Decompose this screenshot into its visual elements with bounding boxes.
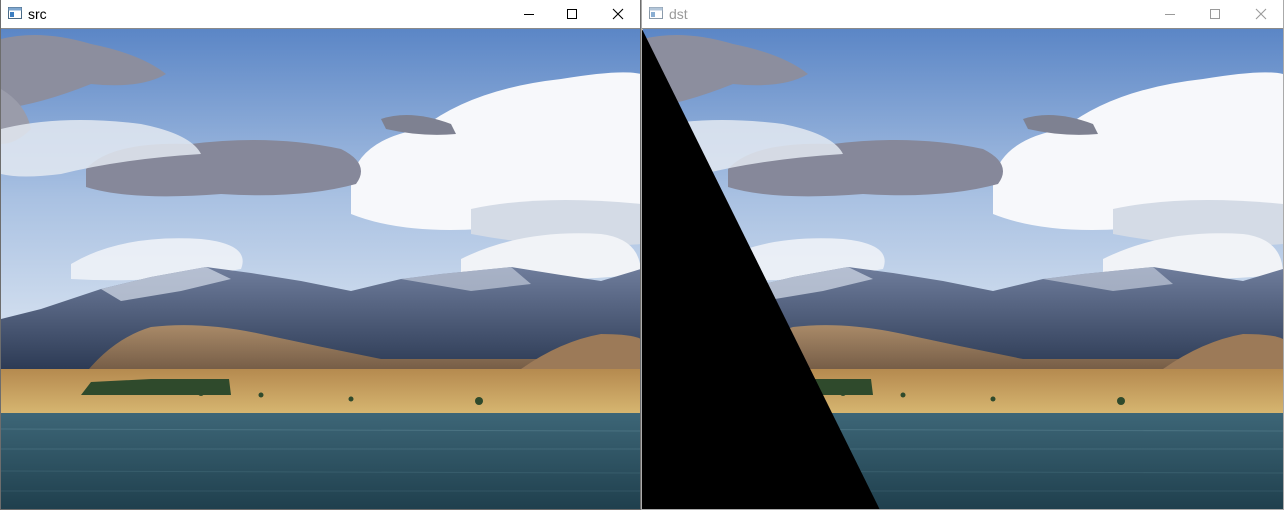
minimize-button[interactable]	[506, 0, 552, 28]
minimize-button[interactable]	[1147, 0, 1193, 28]
titlebar[interactable]: dst	[642, 0, 1283, 29]
window-title: dst	[669, 6, 688, 22]
close-icon	[612, 8, 624, 20]
close-button[interactable]	[1238, 0, 1283, 28]
app-window-icon	[649, 7, 663, 19]
maximize-icon	[1210, 9, 1220, 19]
landscape-image-warped	[642, 29, 1283, 509]
titlebar[interactable]: src	[1, 0, 640, 29]
landscape-image	[1, 29, 640, 509]
window-src[interactable]: src	[0, 0, 641, 510]
close-button[interactable]	[595, 0, 640, 28]
maximize-icon	[567, 9, 577, 19]
app-window-icon	[8, 7, 22, 19]
minimize-icon	[524, 14, 534, 15]
window-title: src	[28, 6, 47, 22]
close-icon	[1255, 8, 1267, 20]
maximize-button[interactable]	[1192, 0, 1238, 28]
image-canvas[interactable]	[642, 29, 1283, 509]
image-canvas[interactable]	[1, 29, 640, 509]
window-dst[interactable]: dst	[641, 0, 1284, 510]
maximize-button[interactable]	[549, 0, 595, 28]
minimize-icon	[1165, 14, 1175, 15]
